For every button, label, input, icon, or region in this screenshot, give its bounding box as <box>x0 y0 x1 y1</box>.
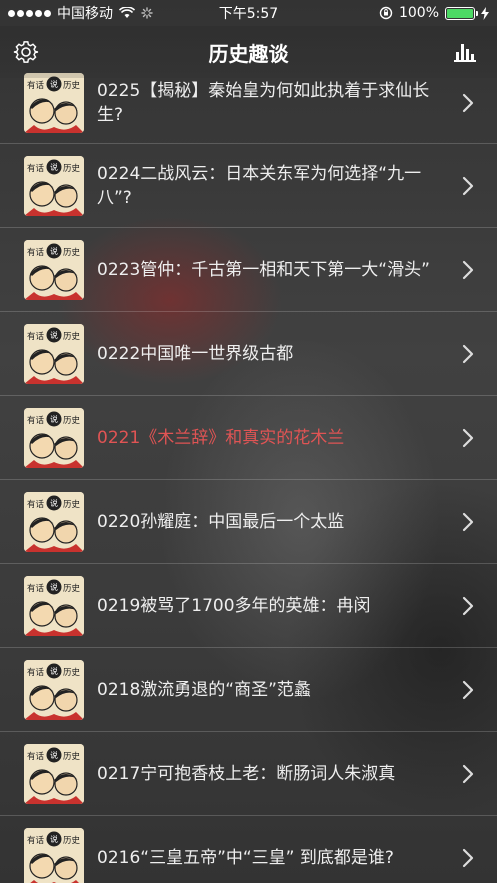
thumbnail-text-badge: 说 <box>50 414 58 424</box>
episode-list: 有话 说 历史 0225【揭秘】秦始皇为何如此执着于求仙长生? 有话 说 历史 <box>0 62 497 883</box>
orientation-lock-icon <box>379 6 393 20</box>
thumbnail-text-badge: 说 <box>50 330 58 340</box>
signal-dots-icon <box>8 9 51 17</box>
episode-title: 0219被骂了1700多年的英雄：冉闵 <box>97 595 371 616</box>
thumbnail-text-right: 历史 <box>63 80 81 91</box>
status-left: 中国移动 <box>8 3 153 23</box>
thumbnail-text-badge: 说 <box>50 79 58 89</box>
episode-title: 0220孙耀庭：中国最后一个太监 <box>97 511 345 532</box>
thumbnail-text-left: 有话 <box>27 415 45 426</box>
album-cover-thumbnail: 有话 说 历史 <box>24 743 84 804</box>
thumbnail-text-right: 历史 <box>63 667 81 678</box>
list-item[interactable]: 有话 说 历史 0221《木兰辞》和真实的花木兰 <box>0 396 497 480</box>
episode-title: 0217宁可抱香枝上老：断肠词人朱淑真 <box>97 763 396 784</box>
chevron-right-icon <box>462 680 474 699</box>
page-title: 历史趣谈 <box>208 41 289 66</box>
thumbnail-text-badge: 说 <box>50 162 58 172</box>
chevron-right-icon <box>462 428 474 447</box>
chevron-right-icon <box>462 848 474 867</box>
thumbnail-text-right: 历史 <box>63 163 81 174</box>
battery-icon <box>445 6 478 20</box>
wifi-icon <box>119 7 135 18</box>
album-cover-thumbnail: 有话 说 历史 <box>24 575 84 636</box>
stats-button[interactable] <box>451 38 479 66</box>
thumbnail-text-badge: 说 <box>50 750 58 760</box>
thumbnail-text-right: 历史 <box>63 583 81 594</box>
episode-title: 0218激流勇退的“商圣”范蠡 <box>97 679 311 700</box>
episode-title: 0216“三皇五帝”中“三皇” 到底都是谁? <box>97 847 394 868</box>
gear-icon <box>13 41 39 63</box>
list-item[interactable]: 有话 说 历史 0218激流勇退的“商圣”范蠡 <box>0 648 497 732</box>
album-cover-thumbnail: 有话 说 历史 <box>24 827 84 883</box>
chevron-right-icon <box>462 596 474 615</box>
thumbnail-text-right: 历史 <box>63 835 81 846</box>
episode-title: 0225【揭秘】秦始皇为何如此执着于求仙长生? <box>97 80 430 125</box>
episode-title: 0223管仲：千古第一相和天下第一大“滑头” <box>97 259 430 280</box>
status-right: 100% <box>379 5 489 21</box>
bar-chart-icon <box>454 44 476 62</box>
thumbnail-text-left: 有话 <box>27 667 45 678</box>
thumbnail-text-badge: 说 <box>50 246 58 256</box>
chevron-right-icon <box>462 512 474 531</box>
album-cover-thumbnail: 有话 说 历史 <box>24 659 84 720</box>
activity-spinner-icon <box>141 7 153 19</box>
thumbnail-text-right: 历史 <box>63 247 81 258</box>
thumbnail-text-right: 历史 <box>63 331 81 342</box>
thumbnail-text-left: 有话 <box>27 331 45 342</box>
thumbnail-text-badge: 说 <box>50 666 58 676</box>
album-cover-thumbnail: 有话 说 历史 <box>24 239 84 300</box>
album-cover-thumbnail: 有话 说 历史 <box>24 155 84 216</box>
navigation-bar: 历史趣谈 <box>0 26 497 78</box>
list-item[interactable]: 有话 说 历史 0220孙耀庭：中国最后一个太监 <box>0 480 497 564</box>
episode-title: 0224二战风云：日本关东军为何选择“九一八”? <box>97 163 422 208</box>
album-cover-thumbnail: 有话 说 历史 <box>24 72 84 133</box>
episode-title: 0222中国唯一世界级古都 <box>97 343 294 364</box>
thumbnail-text-left: 有话 <box>27 751 45 762</box>
episode-title: 0221《木兰辞》和真实的花木兰 <box>97 427 345 448</box>
charging-bolt-icon <box>481 6 489 20</box>
album-cover-thumbnail: 有话 说 历史 <box>24 323 84 384</box>
thumbnail-text-left: 有话 <box>27 163 45 174</box>
chevron-right-icon <box>462 93 474 112</box>
thumbnail-text-right: 历史 <box>63 499 81 510</box>
list-item[interactable]: 有话 说 历史 0217宁可抱香枝上老：断肠词人朱淑真 <box>0 732 497 816</box>
thumbnail-text-badge: 说 <box>50 582 58 592</box>
thumbnail-text-left: 有话 <box>27 583 45 594</box>
thumbnail-text-left: 有话 <box>27 499 45 510</box>
list-item[interactable]: 有话 说 历史 0222中国唯一世界级古都 <box>0 312 497 396</box>
chevron-right-icon <box>462 344 474 363</box>
thumbnail-text-left: 有话 <box>27 247 45 258</box>
album-cover-thumbnail: 有话 说 历史 <box>24 491 84 552</box>
list-item[interactable]: 有话 说 历史 0216“三皇五帝”中“三皇” 到底都是谁? <box>0 816 497 883</box>
carrier-label: 中国移动 <box>57 6 113 22</box>
list-item[interactable]: 有话 说 历史 0224二战风云：日本关东军为何选择“九一八”? <box>0 144 497 228</box>
thumbnail-text-right: 历史 <box>63 751 81 762</box>
chevron-right-icon <box>462 176 474 195</box>
album-cover-thumbnail: 有话 说 历史 <box>24 407 84 468</box>
thumbnail-text-badge: 说 <box>50 498 58 508</box>
chevron-right-icon <box>462 260 474 279</box>
thumbnail-text-left: 有话 <box>27 80 45 91</box>
thumbnail-text-badge: 说 <box>50 834 58 844</box>
status-bar: 中国移动 下午5:57 100% <box>0 0 497 26</box>
settings-button[interactable] <box>12 38 40 66</box>
battery-percent: 100% <box>398 5 439 21</box>
list-item[interactable]: 有话 说 历史 0223管仲：千古第一相和天下第一大“滑头” <box>0 228 497 312</box>
list-item[interactable]: 有话 说 历史 0219被骂了1700多年的英雄：冉闵 <box>0 564 497 648</box>
chevron-right-icon <box>462 764 474 783</box>
thumbnail-text-right: 历史 <box>63 415 81 426</box>
thumbnail-text-left: 有话 <box>27 835 45 846</box>
